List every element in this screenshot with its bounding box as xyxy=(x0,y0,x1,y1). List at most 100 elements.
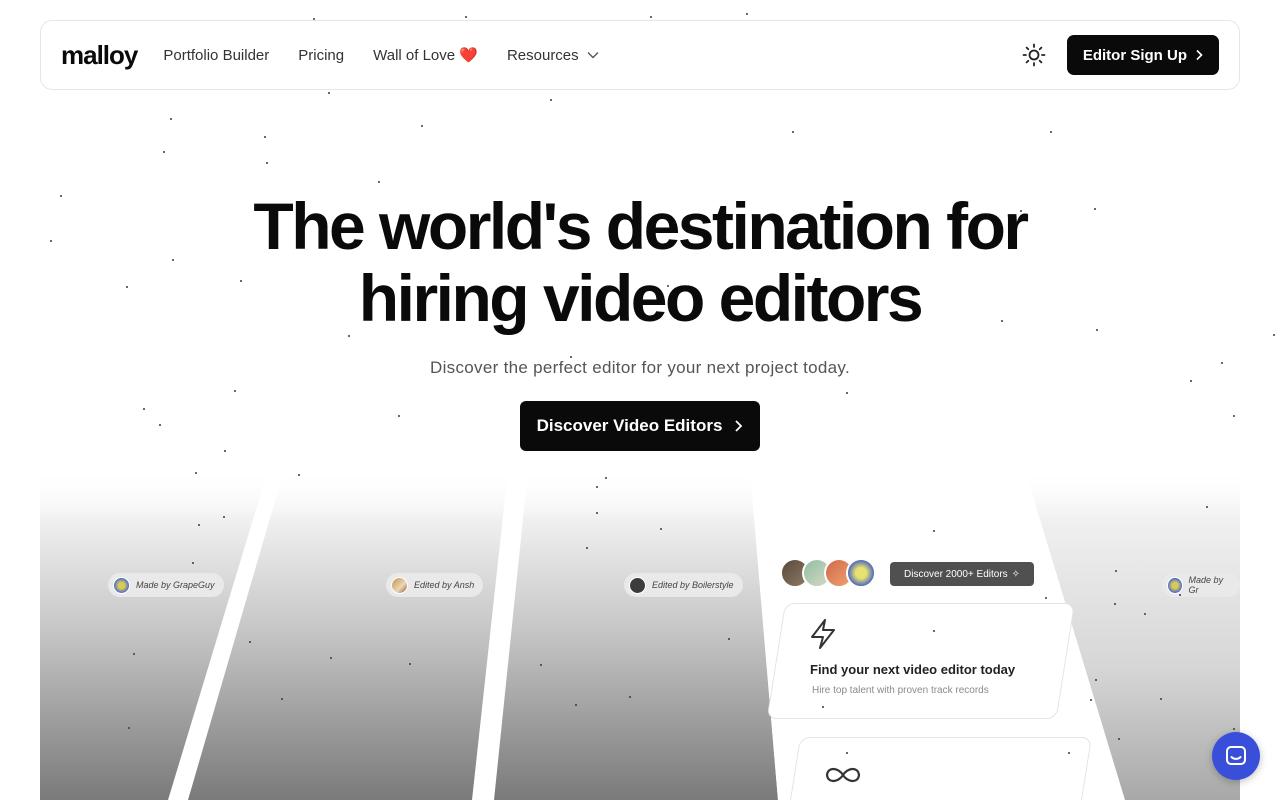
editor-avatars xyxy=(780,558,876,588)
nav-links: Portfolio Builder Pricing Wall of Love ❤… xyxy=(163,46,599,64)
chevron-right-icon xyxy=(735,420,743,432)
star-dot xyxy=(1115,570,1117,572)
avatar xyxy=(1167,576,1183,594)
discover-editors-button[interactable]: Discover Video Editors xyxy=(520,401,760,451)
nav-link-pricing[interactable]: Pricing xyxy=(298,47,344,64)
star-dot xyxy=(846,392,848,394)
star-dot xyxy=(198,524,200,526)
avatar xyxy=(391,576,408,594)
star-dot xyxy=(330,657,332,659)
credit-chip-grapeguy-2[interactable]: Made by Gr xyxy=(1162,573,1240,597)
chevron-right-icon xyxy=(1196,49,1203,61)
star-dot xyxy=(792,131,794,133)
star-dot xyxy=(650,16,652,18)
star-dot xyxy=(570,356,572,358)
star-dot xyxy=(126,286,128,288)
star-dot xyxy=(398,415,400,417)
credit-chip-ansh[interactable]: Edited by Ansh xyxy=(386,573,484,597)
feature-card-description: Hire top talent with proven track record… xyxy=(812,685,989,696)
star-dot xyxy=(378,181,380,183)
star-dot xyxy=(223,516,225,518)
discover-editors-label: Discover Video Editors xyxy=(536,416,723,435)
credit-chip-label: Made by GrapeGuy xyxy=(136,580,215,590)
credit-chip-grapeguy[interactable]: Made by GrapeGuy xyxy=(108,573,224,597)
star-dot xyxy=(1221,362,1223,364)
star-dot xyxy=(1096,329,1098,331)
sun-icon xyxy=(1022,43,1046,67)
star-dot xyxy=(629,696,631,698)
star-dot xyxy=(60,195,62,197)
star-dot xyxy=(660,528,662,530)
star-dot xyxy=(195,472,197,474)
theme-toggle-button[interactable] xyxy=(1021,42,1047,68)
chat-launcher-button[interactable] xyxy=(1212,732,1260,780)
sparkle-icon: ✧ xyxy=(1011,568,1021,580)
star-dot xyxy=(1090,699,1092,701)
hero-subtitle: Discover the perfect editor for your nex… xyxy=(430,358,850,377)
nav-link-resources[interactable]: Resources xyxy=(507,47,599,64)
star-dot xyxy=(1095,679,1097,681)
nav-link-portfolio-builder[interactable]: Portfolio Builder xyxy=(163,47,269,64)
avatar xyxy=(629,576,646,594)
star-dot xyxy=(1273,334,1275,336)
star-dot xyxy=(667,285,669,287)
star-dot xyxy=(1114,603,1116,605)
star-dot xyxy=(192,562,194,564)
credit-chip-label: Made by Gr xyxy=(1188,575,1224,595)
star-dot xyxy=(1020,210,1022,212)
star-dot xyxy=(596,486,598,488)
star-dot xyxy=(1179,594,1181,596)
star-dot xyxy=(421,125,423,127)
chevron-down-icon xyxy=(587,52,599,59)
star-dot xyxy=(1118,738,1120,740)
star-dot xyxy=(133,653,135,655)
discover-badge-label: Discover 2000+ Editors xyxy=(904,568,1008,580)
star-dot xyxy=(50,240,52,242)
star-dot xyxy=(328,92,330,94)
star-dot xyxy=(1094,208,1096,210)
star-dot xyxy=(1001,320,1003,322)
star-dot xyxy=(540,664,542,666)
star-dot xyxy=(605,477,607,479)
star-dot xyxy=(409,663,411,665)
star-dot xyxy=(240,280,242,282)
discover-editors-badge[interactable]: Discover 2000+ Editors ✧ xyxy=(890,562,1035,586)
star-dot xyxy=(266,162,268,164)
star-dot xyxy=(596,512,598,514)
star-dot xyxy=(1068,752,1070,754)
star-dot xyxy=(281,698,283,700)
star-dot xyxy=(846,752,848,754)
nav-link-wall-of-love[interactable]: Wall of Love ❤️ xyxy=(373,46,478,64)
star-dot xyxy=(172,259,174,261)
star-dot xyxy=(298,474,300,476)
star-dot xyxy=(465,16,467,18)
credit-chip-label: Edited by Boilerstyle xyxy=(652,580,734,590)
star-dot xyxy=(1050,131,1052,133)
editor-signup-button[interactable]: Editor Sign Up xyxy=(1066,35,1219,75)
star-dot xyxy=(249,641,251,643)
star-dot xyxy=(163,151,165,153)
star-dot xyxy=(933,630,935,632)
credit-chip-boilerstyle[interactable]: Edited by Boilerstyle xyxy=(624,573,743,597)
star-dot xyxy=(933,530,935,532)
avatar xyxy=(846,558,876,588)
star-dot xyxy=(348,335,350,337)
star-dot xyxy=(1233,728,1235,730)
nav-actions: Editor Sign Up xyxy=(1021,35,1219,75)
chat-icon xyxy=(1226,746,1246,765)
logo[interactable]: malloy xyxy=(61,40,138,71)
star-dot xyxy=(550,99,552,101)
star-dot xyxy=(1160,698,1162,700)
star-dot xyxy=(575,704,577,706)
navbar: malloy Portfolio Builder Pricing Wall of… xyxy=(40,20,1240,90)
hero-title-line-1: The world's destination for xyxy=(253,189,1029,263)
star-dot xyxy=(1233,415,1235,417)
star-dot xyxy=(728,638,730,640)
star-dot xyxy=(586,547,588,549)
avatar xyxy=(113,576,130,594)
star-dot xyxy=(313,18,315,20)
feature-card-title: Find your next video editor today xyxy=(810,662,1016,677)
credit-chip-label: Edited by Ansh xyxy=(414,580,475,590)
infinity-icon xyxy=(825,767,861,783)
star-dot xyxy=(159,424,161,426)
